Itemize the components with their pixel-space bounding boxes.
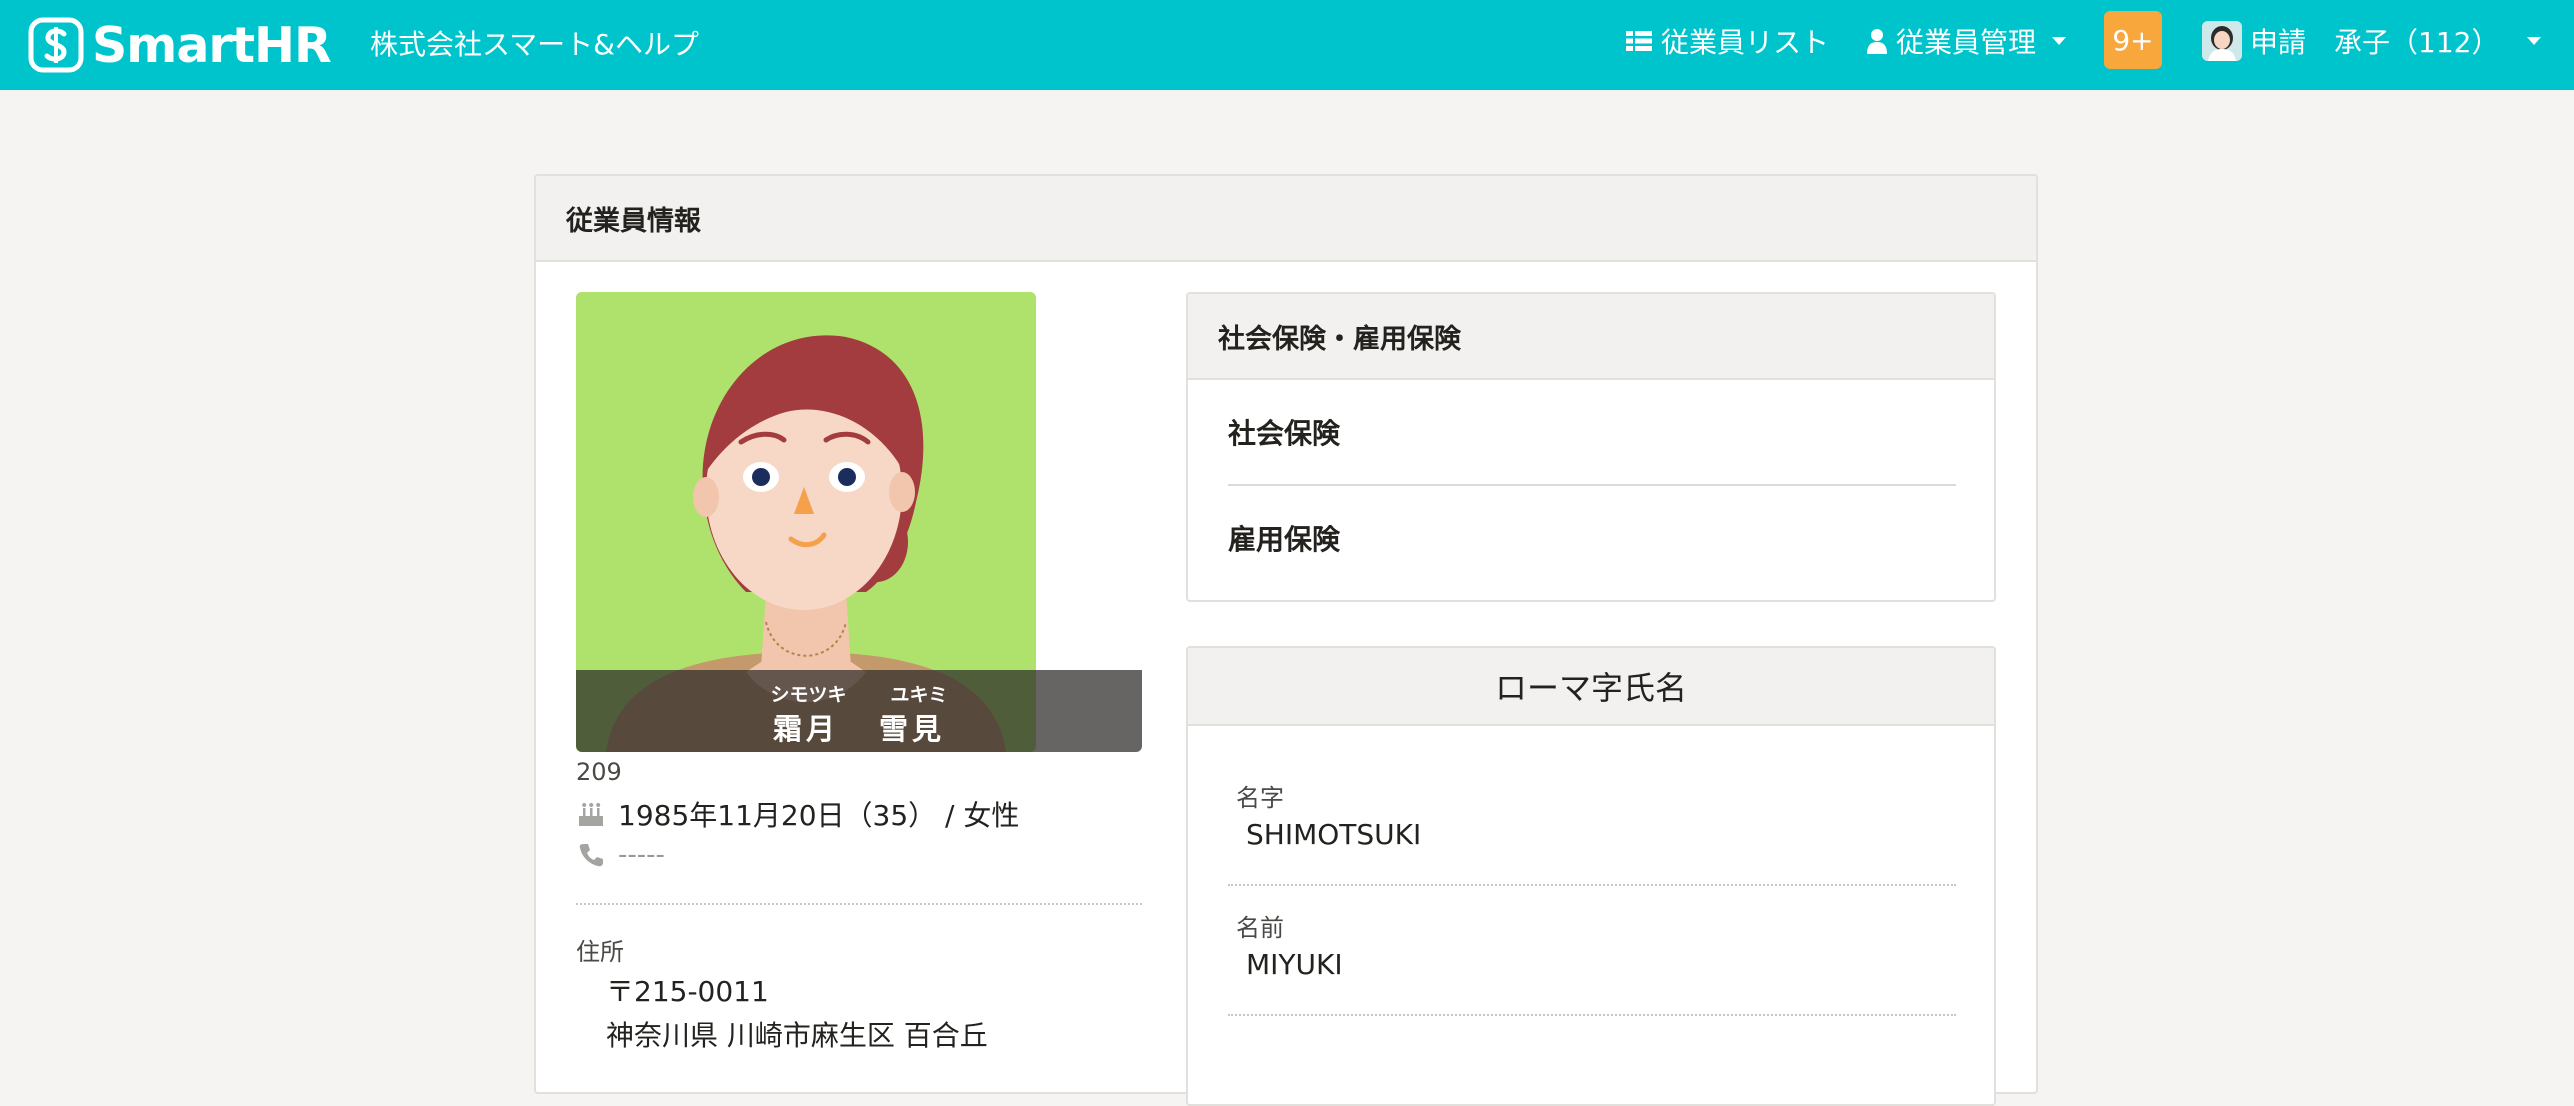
birth-gender-row: 1985年11月20日（35） / 女性 xyxy=(576,794,1019,834)
social-insurance-item[interactable]: 社会保険 xyxy=(1228,412,1340,452)
employment-insurance-item[interactable]: 雇用保険 xyxy=(1228,518,1340,558)
name-kana-first: ユキミ xyxy=(890,684,948,706)
last-name-label: 名字 xyxy=(1236,784,1284,812)
avatar xyxy=(2202,21,2242,61)
user-name: 申請 承子（112） xyxy=(2250,26,2500,59)
name-first: 雪見 xyxy=(879,712,946,746)
birth-gender-text: 1985年11月20日（35） / 女性 xyxy=(618,799,1020,832)
divider xyxy=(576,903,1142,905)
roman-name-card: ローマ字氏名 名字 SHIMOTSUKI 名前 MIYUKI xyxy=(1186,646,1996,1106)
notification-badge[interactable]: 9+ xyxy=(2104,11,2162,69)
name-last: 霜月 xyxy=(772,712,839,746)
logo-text: SmartHR xyxy=(92,16,332,74)
user-icon xyxy=(1867,29,1887,54)
roman-name-card-title: ローマ字氏名 xyxy=(1188,648,1994,726)
chevron-down-icon xyxy=(2052,37,2067,45)
divider xyxy=(1228,484,1956,486)
first-name-value: MIYUKI xyxy=(1246,948,1343,981)
list-icon xyxy=(1626,31,1652,51)
user-menu[interactable]: 申請 承子（112） xyxy=(2202,18,2543,64)
insurance-card-title: 社会保険・雇用保険 xyxy=(1188,294,1994,380)
name-kana-last: シモツキ xyxy=(770,684,847,706)
last-name-value: SHIMOTSUKI xyxy=(1246,818,1422,851)
divider xyxy=(1228,1014,1956,1016)
nav-employee-list-label: 従業員リスト xyxy=(1661,26,1830,59)
smarthr-logo-icon xyxy=(28,17,84,73)
chevron-down-icon xyxy=(2527,37,2542,45)
address-main: 神奈川県 川崎市麻生区 百合丘 xyxy=(606,1019,988,1052)
nav-employee-manage[interactable]: 従業員管理 xyxy=(1866,18,2068,64)
phone-icon xyxy=(579,844,603,867)
divider xyxy=(1228,884,1956,886)
address-zip: 〒215-0011 xyxy=(606,975,769,1008)
employee-name-bar: シモツキ ユキミ 霜月 雪見 xyxy=(576,670,1142,752)
first-name-label: 名前 xyxy=(1236,914,1284,942)
phone-text: ----- xyxy=(618,840,665,870)
panel-title: 従業員情報 xyxy=(536,176,2036,262)
address-label: 住所 xyxy=(576,938,624,966)
company-name: 株式会社スマート&ヘルプ xyxy=(370,28,699,61)
employee-number: 209 xyxy=(576,758,622,786)
smarthr-logo[interactable]: SmartHR xyxy=(28,14,332,76)
birthday-cake-icon xyxy=(579,803,603,826)
top-header: SmartHR 株式会社スマート&ヘルプ 従業員リスト 従業員管理 9+ 申請 … xyxy=(0,0,2574,90)
nav-employee-list[interactable]: 従業員リスト xyxy=(1625,18,1829,64)
insurance-card: 社会保険・雇用保険 社会保険 雇用保険 xyxy=(1186,292,1996,602)
nav-employee-manage-label: 従業員管理 xyxy=(1896,26,2037,59)
phone-row: ----- xyxy=(576,840,665,870)
